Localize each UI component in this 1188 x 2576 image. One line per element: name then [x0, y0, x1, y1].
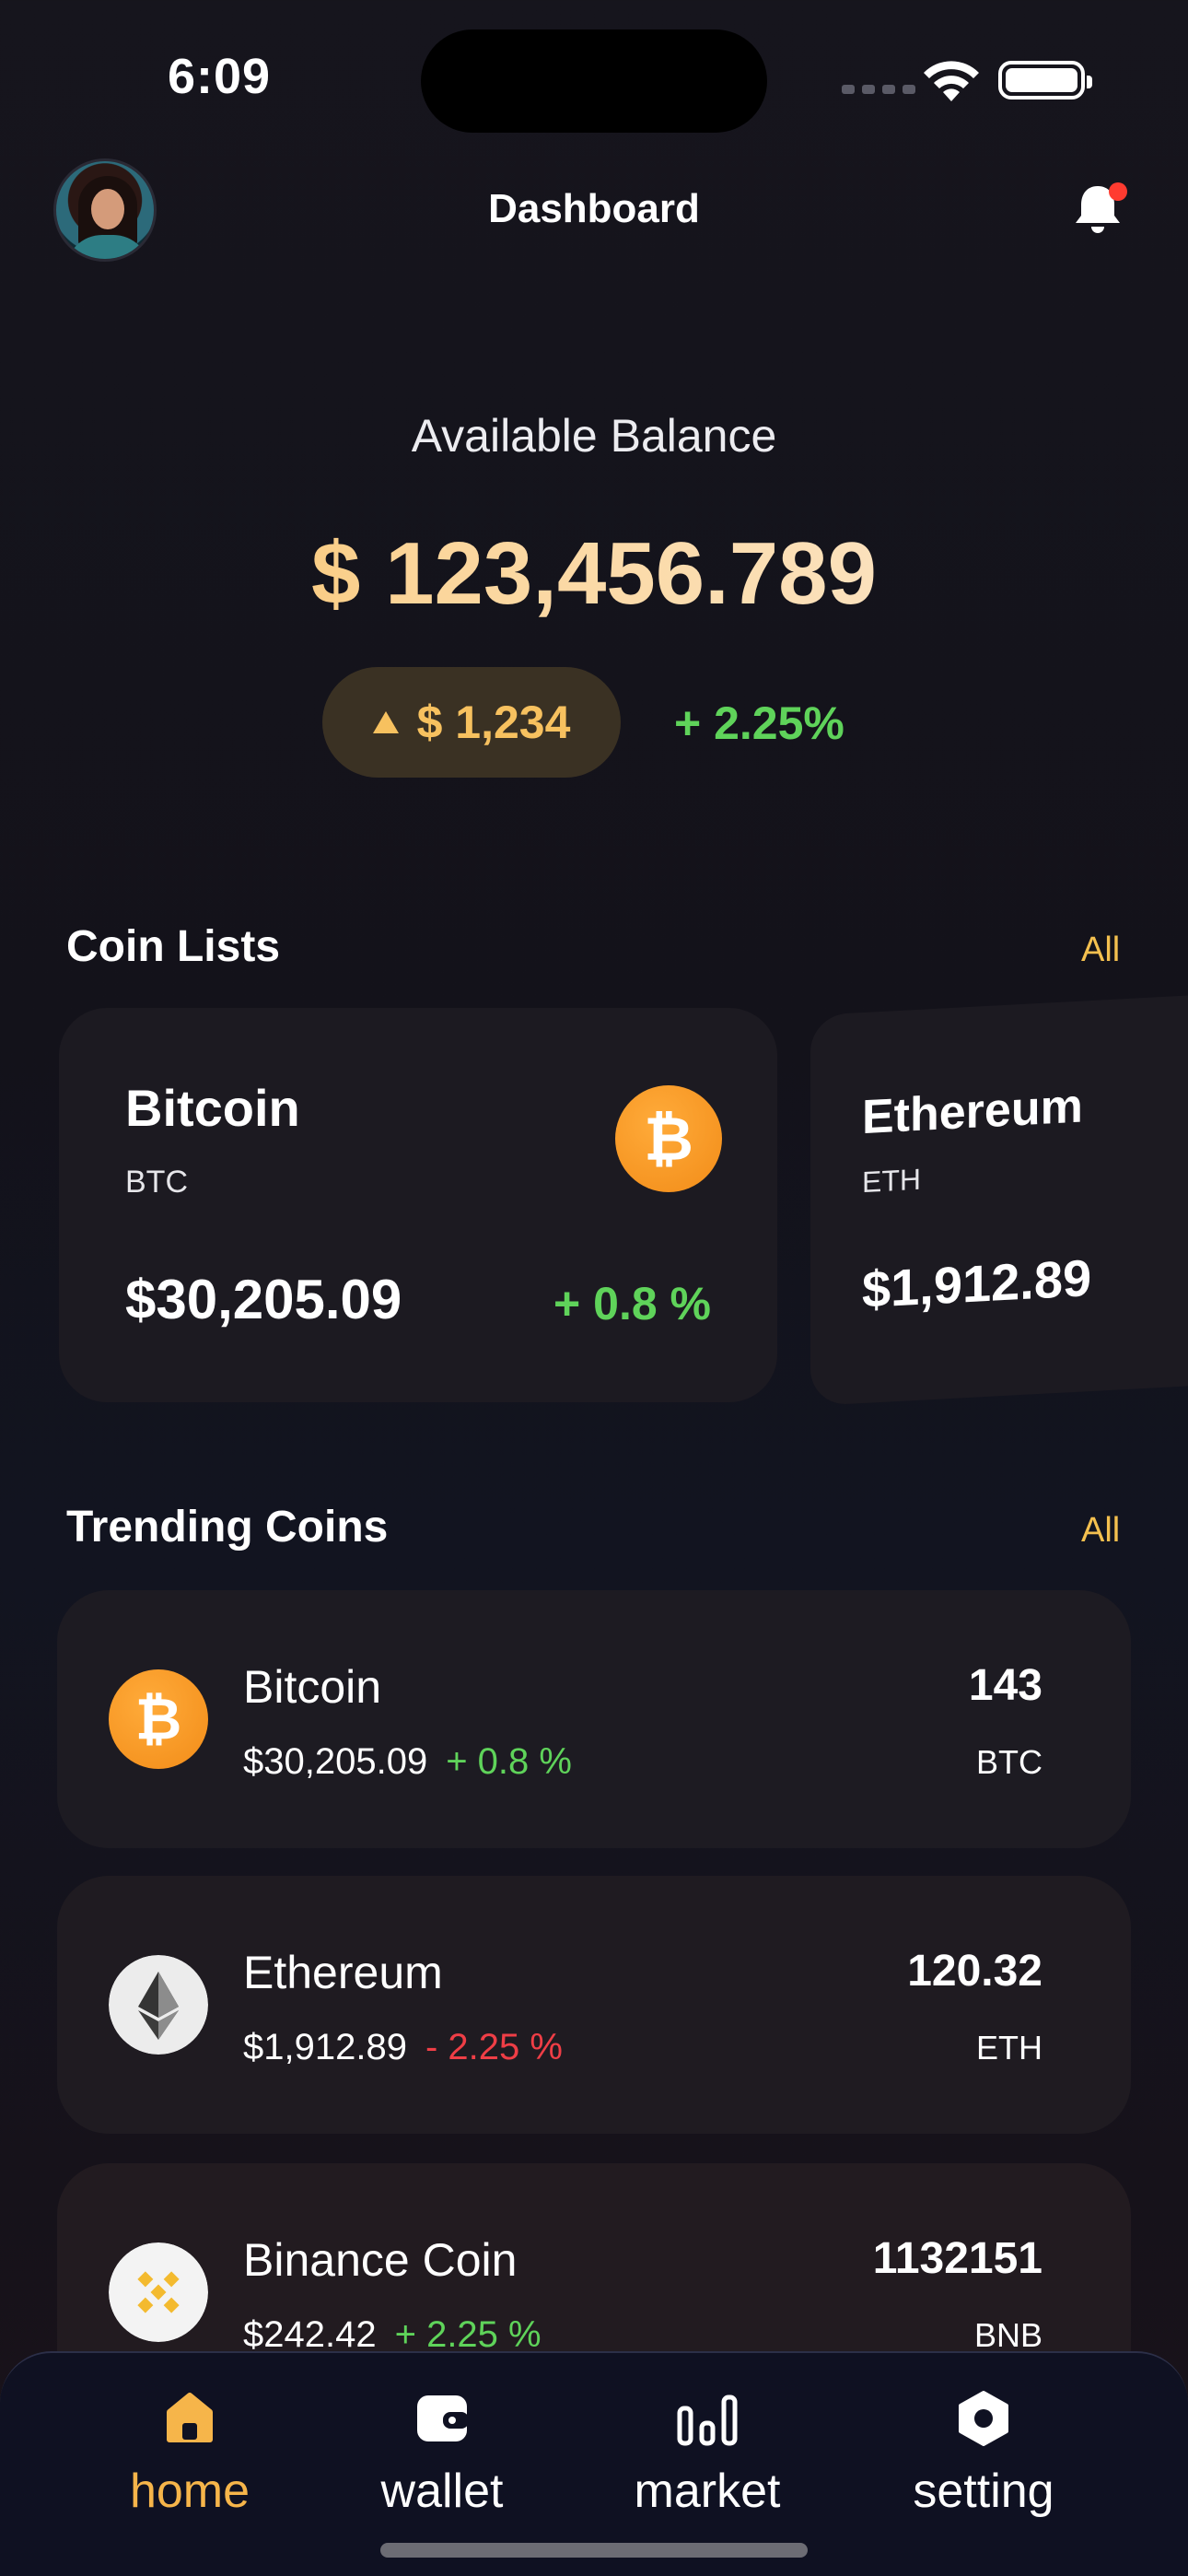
- home-indicator: [380, 2543, 808, 2558]
- bitcoin-icon: ₿: [615, 1085, 722, 1192]
- home-icon: [167, 2393, 213, 2442]
- arrow-up-icon: [372, 711, 399, 733]
- coin-card-ethereum[interactable]: Ethereum ETH $1,912.89: [810, 992, 1188, 1406]
- trending-coins-see-all[interactable]: All: [1081, 1511, 1120, 1551]
- trending-coin-amount: 143: [968, 1661, 1042, 1710]
- coin-card-symbol: ETH: [862, 1162, 921, 1200]
- coin-card-change: + 0.8 %: [553, 1278, 711, 1329]
- trending-coin-price: $242.42: [243, 2314, 377, 2355]
- balance-change-badge: $ 1,234: [322, 667, 621, 778]
- tab-home[interactable]: home: [79, 2390, 300, 2519]
- tab-market[interactable]: market: [597, 2390, 818, 2519]
- trending-coin-amount: 1132151: [872, 2234, 1042, 2283]
- trending-coin-price-line: $242.42 + 2.25 %: [243, 2314, 542, 2356]
- cellular-signal-icon: [842, 85, 915, 94]
- tab-wallet[interactable]: wallet: [332, 2390, 553, 2519]
- trending-row-ethereum[interactable]: Ethereum $1,912.89 - 2.25 % 120.32 ETH: [57, 1876, 1131, 2134]
- binance-icon: [109, 2242, 208, 2342]
- coin-card-bitcoin[interactable]: Bitcoin BTC ₿ $30,205.09 + 0.8 %: [59, 1008, 777, 1402]
- ethereum-icon: [109, 1955, 208, 2055]
- page-title: Dashboard: [488, 186, 700, 231]
- trending-coin-name: Binance Coin: [243, 2234, 518, 2286]
- settings-icon: [959, 2391, 1008, 2446]
- balance-change-amount: $ 1,234: [416, 697, 571, 748]
- trending-coin-price-line: $1,912.89 - 2.25 %: [243, 2027, 563, 2068]
- trending-coin-amount: 120.32: [907, 1947, 1042, 1996]
- balance-label: Available Balance: [411, 410, 777, 462]
- trending-coin-change: + 2.25 %: [394, 2314, 542, 2355]
- coin-card-name: Ethereum: [862, 1079, 1083, 1145]
- coin-card-price: $30,205.09: [125, 1269, 402, 1330]
- trending-coin-symbol: BNB: [973, 2316, 1042, 2354]
- coin-lists-title: Coin Lists: [66, 922, 281, 971]
- trending-coin-symbol: BTC: [976, 1743, 1042, 1781]
- coin-card-name: Bitcoin: [125, 1079, 300, 1137]
- status-time: 6:09: [168, 49, 272, 104]
- trending-coin-name: Bitcoin: [243, 1661, 382, 1713]
- coin-card-symbol: BTC: [125, 1165, 188, 1200]
- wallet-icon: [417, 2395, 469, 2441]
- bitcoin-icon: ₿: [109, 1669, 208, 1769]
- dynamic-island: [421, 29, 767, 133]
- trending-coin-symbol: ETH: [976, 2029, 1042, 2067]
- wifi-icon: [924, 61, 979, 101]
- trending-coin-price: $30,205.09: [243, 1741, 428, 1782]
- notification-badge: [1109, 182, 1127, 201]
- tab-label: wallet: [380, 2465, 504, 2518]
- balance-value: $ 123,456.789: [0, 523, 1188, 625]
- battery-icon: [998, 61, 1092, 100]
- tab-label: home: [129, 2465, 250, 2518]
- trending-coin-change: + 0.8 %: [446, 1741, 572, 1782]
- tab-label: setting: [913, 2465, 1054, 2518]
- trending-coin-name: Ethereum: [243, 1947, 443, 1998]
- trending-coin-price: $1,912.89: [243, 2027, 407, 2067]
- coin-card-price: $1,912.89: [862, 1248, 1092, 1319]
- market-icon: [677, 2395, 738, 2446]
- trending-coin-change: - 2.25 %: [425, 2027, 563, 2067]
- balance-change-percent: + 2.25%: [674, 697, 844, 749]
- coin-lists-see-all[interactable]: All: [1081, 931, 1120, 970]
- trending-coin-price-line: $30,205.09 + 0.8 %: [243, 1741, 572, 1783]
- trending-row-bitcoin[interactable]: ₿ Bitcoin $30,205.09 + 0.8 % 143 BTC: [57, 1590, 1131, 1848]
- tab-label: market: [634, 2465, 781, 2518]
- tab-setting[interactable]: setting: [873, 2390, 1094, 2519]
- trending-coins-title: Trending Coins: [66, 1503, 389, 1551]
